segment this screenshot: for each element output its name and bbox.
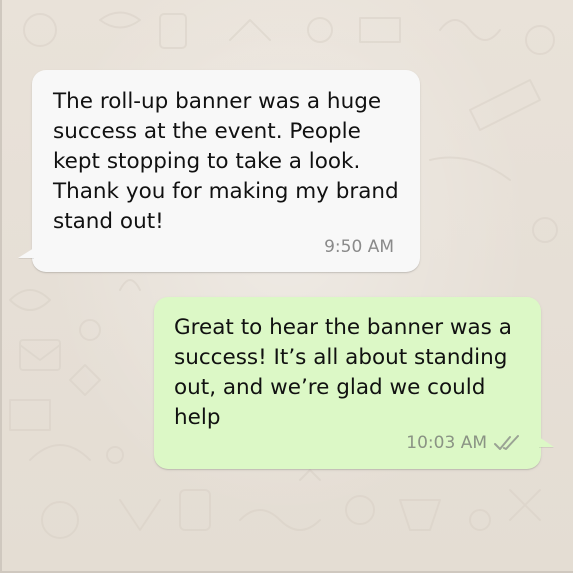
message-timestamp: 10:03 AM — [406, 433, 487, 453]
message-meta: 10:03 AM — [406, 428, 521, 458]
bubble-tail — [539, 437, 554, 447]
outgoing-message-bubble[interactable]: Great to hear the banner was a success! … — [154, 297, 554, 469]
message-text: The roll-up banner was a huge success at… — [53, 89, 399, 234]
message-text: Great to hear the banner was a success! … — [174, 315, 512, 430]
incoming-message-bubble[interactable]: The roll-up banner was a huge success at… — [18, 70, 420, 272]
window-border-left — [0, 0, 2, 573]
message-timestamp: 9:50 AM — [324, 237, 394, 257]
bubble-tail — [18, 248, 34, 258]
message-meta: 9:50 AM — [324, 232, 394, 262]
double-check-icon — [494, 435, 519, 450]
